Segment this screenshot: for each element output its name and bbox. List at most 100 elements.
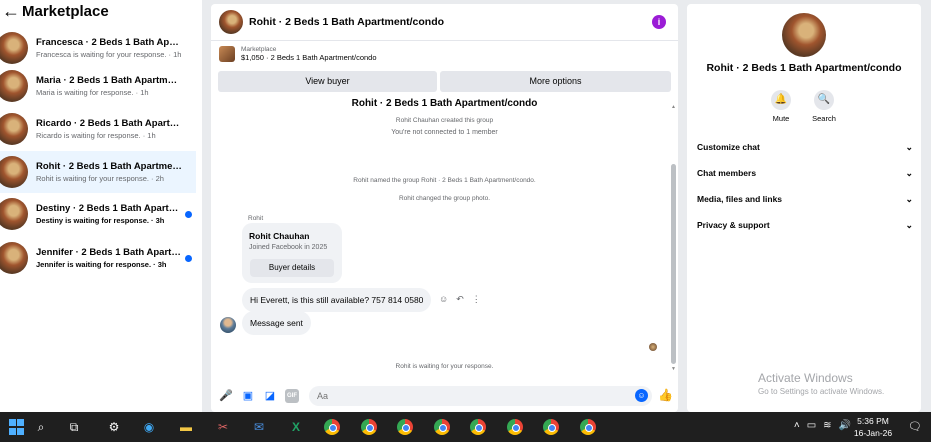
notification-icon[interactable]: 🗨 xyxy=(908,420,922,433)
edge-icon[interactable]: ◉ xyxy=(141,419,157,435)
taskbar-clock[interactable]: 5:36 PM 16-Jan-26 xyxy=(848,415,898,439)
message-thread: Rohit · 2 Beds 1 Bath Apartment/condo Ro… xyxy=(211,98,678,380)
listing-thumbnail xyxy=(219,46,235,62)
buyer-profile-card: Rohit Chauhan Joined Facebook in 2025 Bu… xyxy=(242,223,342,283)
chrome-icon[interactable] xyxy=(434,419,450,435)
system-message: Rohit Chauhan created this group xyxy=(395,117,494,124)
conversation-title: Destiny · 2 Beds 1 Bath Apartment/condo xyxy=(36,203,182,214)
chrome-icon[interactable] xyxy=(507,419,523,435)
sticker-icon[interactable]: ◪ xyxy=(263,389,277,403)
section-privacy-support[interactable]: Privacy & support ⌄ xyxy=(697,215,913,235)
avatar[interactable] xyxy=(219,10,243,34)
chrome-icon[interactable] xyxy=(397,419,413,435)
conversation-item-jennifer[interactable]: Jennifer · 2 Beds 1 Bath Apartment/condo… xyxy=(0,237,196,279)
conversation-sidebar: ← Marketplace Francesca · 2 Beds 1 Bath … xyxy=(0,0,202,412)
conversation-item-destiny[interactable]: Destiny · 2 Beds 1 Bath Apartment/condo … xyxy=(0,193,196,235)
section-media-files-links[interactable]: Media, files and links ⌄ xyxy=(697,189,913,209)
bell-icon[interactable]: 🔔 xyxy=(771,90,791,110)
battery-icon[interactable]: ▭ xyxy=(807,420,816,431)
chevron-down-icon: ⌄ xyxy=(905,219,913,230)
react-emoji-icon[interactable]: ☺ xyxy=(439,294,448,305)
chat-panel: Rohit · 2 Beds 1 Bath Apartment/condo i … xyxy=(211,4,678,412)
section-label: Media, files and links xyxy=(697,194,783,204)
conversation-item-francesca[interactable]: Francesca · 2 Beds 1 Bath Apartment/cond… xyxy=(0,27,196,69)
listing-summary[interactable]: Marketplace $1,050 · 2 Beds 1 Bath Apart… xyxy=(211,41,678,67)
chat-details-panel: Rohit · 2 Beds 1 Bath Apartment/condo 🔔 … xyxy=(687,4,921,412)
conversation-subtitle: Rohit is waiting for your response. · 2h xyxy=(36,174,164,183)
view-buyer-button[interactable]: View buyer xyxy=(218,71,437,92)
settings-gear-icon[interactable]: ⚙ xyxy=(106,419,122,435)
clock-date: 16-Jan-26 xyxy=(853,428,893,438)
outlook-icon[interactable]: ✉ xyxy=(251,419,267,435)
conversation-title: Ricardo · 2 Beds 1 Bath Apartment/condo xyxy=(36,118,182,129)
chrome-icon[interactable] xyxy=(324,419,340,435)
chrome-icon[interactable] xyxy=(470,419,486,435)
search-icon[interactable]: 🔍 xyxy=(814,90,834,110)
file-explorer-icon[interactable]: ▬ xyxy=(178,419,194,435)
avatar xyxy=(0,156,28,188)
conversation-title: Jennifer · 2 Beds 1 Bath Apartment/condo xyxy=(36,247,182,258)
avatar xyxy=(0,242,28,274)
wifi-icon[interactable]: ≋ xyxy=(823,420,831,431)
unread-dot-icon xyxy=(185,211,192,218)
conversation-item-maria[interactable]: Maria · 2 Beds 1 Bath Apartment/condo Ma… xyxy=(0,65,196,107)
excel-icon[interactable]: X xyxy=(288,419,304,435)
chat-header: Rohit · 2 Beds 1 Bath Apartment/condo i xyxy=(211,4,678,41)
seen-indicator-avatar xyxy=(649,343,657,351)
section-label: Privacy & support xyxy=(697,220,770,230)
chevron-down-icon: ⌄ xyxy=(905,167,913,178)
scroll-down-icon[interactable]: ▼ xyxy=(671,366,676,372)
chevron-down-icon: ⌄ xyxy=(905,141,913,152)
section-label: Customize chat xyxy=(697,142,760,152)
microphone-icon[interactable]: 🎤 xyxy=(219,389,233,403)
chrome-icon[interactable] xyxy=(580,419,596,435)
message-input[interactable] xyxy=(309,386,652,406)
back-arrow-icon[interactable]: ← xyxy=(2,2,20,20)
more-options-button[interactable]: More options xyxy=(440,71,671,92)
conversation-item-rohit[interactable]: Rohit · 2 Beds 1 Bath Apartment/condo Ro… xyxy=(0,151,196,193)
message-composer: 🎤 ▣ ◪ GIF ☺ 👍 xyxy=(211,380,678,412)
section-customize-chat[interactable]: Customize chat ⌄ xyxy=(697,137,913,157)
windows-start-icon[interactable] xyxy=(9,419,25,435)
avatar xyxy=(220,317,236,333)
avatar xyxy=(0,198,28,230)
info-icon[interactable]: i xyxy=(652,15,666,29)
conversation-subtitle: Ricardo is waiting for response. · 1h xyxy=(36,131,156,140)
thread-scrollbar[interactable]: ▲ ▼ xyxy=(671,104,676,372)
buyer-details-button[interactable]: Buyer details xyxy=(250,259,334,277)
sender-name: Rohit xyxy=(248,215,264,222)
avatar xyxy=(0,32,28,64)
conversation-subtitle: Destiny is waiting for response. · 3h xyxy=(36,216,165,225)
card-subtitle: Joined Facebook in 2025 xyxy=(249,244,328,251)
snipping-tool-icon[interactable]: ✂ xyxy=(215,419,231,435)
mute-label: Mute xyxy=(772,114,790,123)
chrome-icon[interactable] xyxy=(361,419,377,435)
reply-icon[interactable]: ↶ xyxy=(456,294,464,305)
task-view-icon[interactable]: ⧉ xyxy=(66,419,82,435)
activate-windows-watermark: Activate Windows Go to Settings to activ… xyxy=(758,371,884,396)
more-vertical-icon[interactable]: ⋮ xyxy=(472,294,481,305)
scroll-up-icon[interactable]: ▲ xyxy=(671,104,676,110)
chrome-icon[interactable] xyxy=(543,419,559,435)
sidebar-header: ← Marketplace xyxy=(0,0,202,22)
section-chat-members[interactable]: Chat members ⌄ xyxy=(697,163,913,183)
clock-time: 5:36 PM xyxy=(857,416,889,426)
conversation-subtitle: Jennifer is waiting for response. · 3h xyxy=(36,260,167,269)
thumbs-up-icon[interactable]: 👍 xyxy=(658,388,673,402)
chevron-up-icon[interactable]: ˄ xyxy=(794,420,800,431)
section-label: Chat members xyxy=(697,168,757,178)
message-bubble[interactable]: Message sent xyxy=(242,311,311,335)
conversation-item-ricardo[interactable]: Ricardo · 2 Beds 1 Bath Apartment/condo … xyxy=(0,108,196,150)
photo-icon[interactable]: ▣ xyxy=(241,389,255,403)
chevron-down-icon: ⌄ xyxy=(905,193,913,204)
gif-icon[interactable]: GIF xyxy=(285,389,299,403)
avatar xyxy=(782,13,826,57)
scroll-thumb[interactable] xyxy=(671,164,676,364)
system-message: Rohit is waiting for your response. xyxy=(395,363,494,370)
avatar xyxy=(0,113,28,145)
search-icon[interactable]: ⌕ xyxy=(33,419,49,435)
chat-title[interactable]: Rohit · 2 Beds 1 Bath Apartment/condo xyxy=(249,16,444,28)
emoji-icon[interactable]: ☺ xyxy=(635,389,648,402)
conversation-title: Francesca · 2 Beds 1 Bath Apartment/cond… xyxy=(36,37,182,48)
message-bubble[interactable]: Hi Everett, is this still available? 757… xyxy=(242,288,432,312)
